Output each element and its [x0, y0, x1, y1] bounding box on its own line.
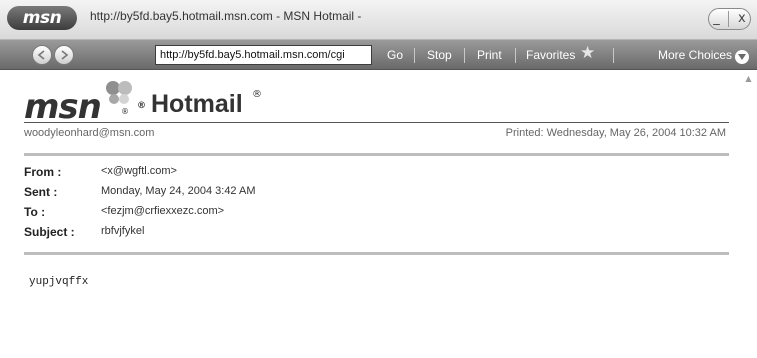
registered-mark: ® — [252, 89, 262, 100]
printed-date: Printed: Wednesday, May 26, 2004 10:32 A… — [505, 127, 726, 139]
address-bar[interactable]: http://by5fd.bay5.hotmail.msn.com/cgi — [155, 45, 372, 65]
sent-label: Sent : — [24, 185, 58, 199]
toolbar: http://by5fd.bay5.hotmail.msn.com/cgi Go… — [0, 40, 757, 70]
msn-logo: msn — [7, 6, 77, 30]
divider — [24, 153, 729, 156]
from-value: <x@wgftl.com> — [101, 165, 177, 177]
chevron-down-icon[interactable] — [735, 50, 749, 64]
subject-value: rbfvjfykel — [101, 225, 145, 237]
print-button[interactable]: Print — [477, 48, 502, 62]
minimize-button[interactable]: _ — [713, 9, 720, 29]
toolbar-divider — [414, 48, 415, 63]
divider — [728, 11, 730, 27]
title-bar: msn http://by5fd.bay5.hotmail.msn.com - … — [0, 0, 757, 40]
back-button[interactable] — [32, 45, 52, 65]
favorites-button[interactable]: Favorites — [526, 48, 575, 62]
to-label: To : — [24, 205, 46, 219]
from-label: From : — [24, 165, 62, 179]
more-choices-button[interactable]: More Choices — [658, 48, 732, 62]
registered-mark: ® — [121, 107, 129, 116]
window-controls: _ x — [708, 8, 751, 30]
hotmail-title: Hotmail — [151, 90, 243, 118]
to-value: <fezjm@crfiexxezc.com> — [101, 205, 225, 217]
registered-mark: ® — [137, 101, 146, 111]
close-button[interactable]: x — [738, 9, 746, 29]
user-email: woodyleonhard@msn.com — [24, 127, 155, 139]
butterfly-icon — [106, 81, 132, 104]
back-arrow-icon — [37, 50, 45, 60]
divider — [24, 122, 729, 123]
sent-value: Monday, May 24, 2004 3:42 AM — [101, 185, 256, 197]
star-icon: ★ — [580, 43, 596, 63]
toolbar-divider — [613, 48, 614, 63]
forward-button[interactable] — [54, 45, 74, 65]
toolbar-divider — [464, 48, 465, 63]
message-body: yupjvqffx — [29, 276, 89, 288]
go-button[interactable]: Go — [387, 48, 403, 62]
toolbar-divider — [515, 48, 516, 63]
forward-arrow-icon — [61, 50, 69, 60]
divider — [24, 252, 729, 255]
scroll-up-arrow-icon[interactable]: ▲ — [742, 74, 755, 85]
subject-label: Subject : — [24, 225, 75, 239]
stop-button[interactable]: Stop — [427, 48, 452, 62]
msn-logo: msn — [24, 87, 102, 127]
window-title: http://by5fd.bay5.hotmail.msn.com - MSN … — [90, 9, 362, 23]
